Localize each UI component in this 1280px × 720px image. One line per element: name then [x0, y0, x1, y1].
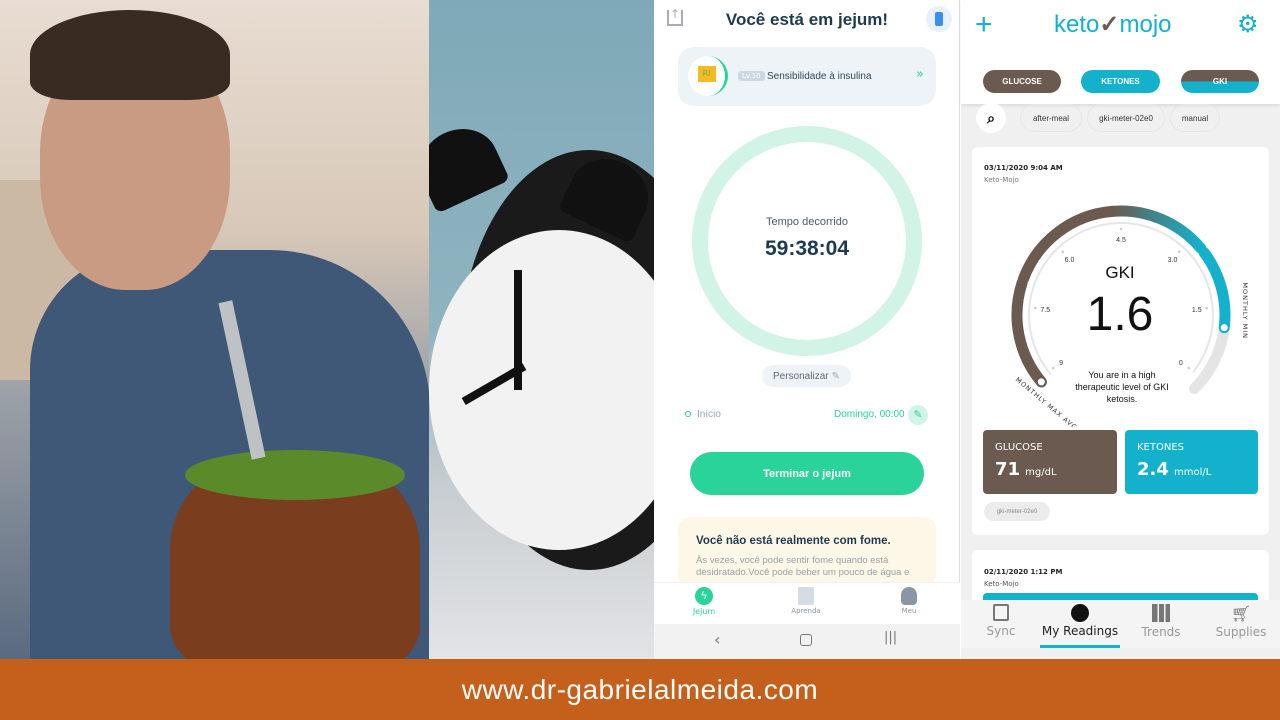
- add-icon[interactable]: +: [975, 8, 993, 42]
- filter-after-meal[interactable]: after-meal: [1020, 104, 1082, 132]
- nav-label: Jejum: [692, 607, 716, 616]
- back-icon[interactable]: ‹: [714, 630, 720, 649]
- book-icon: [798, 587, 814, 605]
- nav-trends[interactable]: Trends: [1121, 604, 1201, 639]
- glucose-value: 71: [995, 459, 1021, 480]
- stage-level: Lv.10: [738, 71, 765, 81]
- gauge-tick-label: 1.5: [1192, 307, 1202, 314]
- gauge-tick-label: 4.5: [1116, 237, 1126, 244]
- gauge-tick: [1033, 306, 1037, 310]
- nav-label: My Readings: [1041, 624, 1119, 638]
- user-icon: [901, 587, 917, 605]
- gauge-tick: [1205, 306, 1209, 310]
- photo-alarm-clock: [429, 0, 654, 659]
- gauge-title: GKI: [1105, 263, 1135, 282]
- glucose-tile: GLUCOSE 71 mg/dL: [983, 430, 1117, 494]
- sync-icon: [993, 604, 1009, 621]
- gauge-segment: [1189, 353, 1221, 395]
- nav-label: Aprenda: [791, 607, 821, 615]
- lightning-icon: ϟ: [695, 587, 713, 605]
- customize-button[interactable]: Personalizar ✎: [762, 365, 851, 387]
- gauge-segment: [1198, 246, 1231, 334]
- keto-mojo-logo: keto✓mojo: [1054, 11, 1172, 38]
- nav-label: Meu: [901, 607, 917, 615]
- gki-value: 1.6: [1086, 288, 1154, 341]
- monthly-min-label: MONTHLY MIN: [1241, 282, 1249, 339]
- keto-mojo-app-screen: + keto✓mojo ⚙ GLUCOSE KETONES GKI ⌕ afte…: [961, 0, 1280, 659]
- tab-ketones[interactable]: KETONES: [1081, 70, 1160, 93]
- tab-glucose[interactable]: GLUCOSE: [983, 70, 1061, 93]
- stage-badge-text: RI: [697, 66, 716, 82]
- glucose-label: GLUCOSE: [995, 442, 1043, 453]
- gauge-tick: [1177, 250, 1181, 254]
- gauge-tick: [1051, 366, 1055, 370]
- gauge-tick-label: 7.5: [1040, 307, 1050, 314]
- chevron-right-icon: »: [916, 67, 924, 82]
- search-button[interactable]: ⌕: [976, 103, 1006, 133]
- home-icon[interactable]: [800, 634, 812, 646]
- ketones-value: 2.4: [1137, 459, 1169, 480]
- bottom-nav: Sync My Readings Trends 🛒︎ Supplies: [961, 600, 1280, 648]
- nav-label: Sync: [986, 624, 1016, 638]
- nav-label: Supplies: [1215, 625, 1267, 639]
- nav-aprenda[interactable]: Aprenda: [776, 587, 836, 615]
- start-label: Início: [697, 409, 721, 420]
- reading-tag: gki-meter-02e0: [984, 502, 1050, 521]
- gauge-tick: [1187, 366, 1191, 370]
- nav-jejum[interactable]: ϟ Jejum: [674, 587, 734, 616]
- gauge-segment: [1011, 277, 1047, 388]
- nav-sync[interactable]: Sync: [961, 604, 1041, 638]
- start-dot-icon: [685, 411, 691, 417]
- tab-gki[interactable]: GKI: [1181, 70, 1259, 93]
- gauge-tick: [1061, 250, 1065, 254]
- bar-chart-icon: [1152, 604, 1170, 622]
- gauge-tick: [1119, 227, 1123, 231]
- fasting-app-screen: ↑ Você está em jejum! RI Lv.10 Sensibili…: [654, 0, 960, 659]
- timer-label: Tempo decorrido: [766, 216, 848, 228]
- nav-meu[interactable]: Meu: [879, 587, 939, 615]
- android-nav-bar: ‹ |||: [654, 624, 960, 659]
- customize-label: Personalizar: [773, 370, 829, 382]
- tip-body: Às vezes, você pode sentir fome quando e…: [696, 555, 910, 578]
- start-value: Domingo, 00:00: [834, 409, 905, 420]
- settings-gear-icon[interactable]: ⚙: [1237, 10, 1259, 38]
- monthly-min-marker: [1218, 322, 1230, 334]
- website-url[interactable]: www.dr-gabrielalmeida.com: [462, 674, 818, 706]
- water-bottle-icon[interactable]: [926, 6, 952, 32]
- gauge-tick-label: 0: [1179, 360, 1183, 367]
- stage-badge-icon: RI: [688, 56, 728, 96]
- reading-source: Keto-Mojo: [984, 580, 1019, 588]
- reading-datetime: 02/11/2020 1:12 PM: [984, 568, 1063, 576]
- gauge-segment: [1211, 327, 1229, 360]
- nav-label: Trends: [1141, 625, 1181, 639]
- filter-manual[interactable]: manual: [1170, 104, 1220, 132]
- cart-icon: 🛒︎: [1230, 604, 1252, 623]
- monthly-max-marker: [1035, 376, 1047, 388]
- edit-start-button[interactable]: ✎: [908, 405, 928, 425]
- tip-card: Você não está realmente com fome. Às vez…: [678, 517, 936, 587]
- timer-value: 59:38:04: [764, 237, 850, 260]
- stage-label: Sensibilidade à insulina: [767, 71, 872, 82]
- tip-title: Você não está realmente com fome.: [696, 535, 891, 547]
- recents-icon[interactable]: |||: [884, 630, 897, 645]
- ketones-label: KETONES: [1137, 442, 1185, 453]
- fasting-stage-card[interactable]: RI Lv.10 Sensibilidade à insulina »: [678, 47, 936, 106]
- ketones-unit: mmol/L: [1173, 467, 1212, 478]
- page-title: Você está em jejum!: [725, 10, 889, 29]
- pencil-icon: ✎: [831, 370, 840, 382]
- photo-man-with-mate: [0, 0, 429, 659]
- gauge-icon: [1071, 604, 1089, 622]
- glucose-unit: mg/dL: [1025, 467, 1057, 478]
- ketones-tile: KETONES 2.4 mmol/L: [1125, 430, 1258, 494]
- footer-banner: www.dr-gabrielalmeida.com: [0, 659, 1280, 720]
- bottom-nav: ϟ Jejum Aprenda Meu: [654, 582, 960, 624]
- nav-my-readings[interactable]: My Readings: [1040, 604, 1120, 648]
- gki-message: You are in a high therapeutic level of G…: [1075, 370, 1169, 404]
- filter-gki-meter[interactable]: gki-meter-02e0: [1087, 104, 1165, 132]
- nav-supplies[interactable]: 🛒︎ Supplies: [1201, 604, 1280, 639]
- end-fast-button[interactable]: Terminar o jejum: [690, 452, 924, 495]
- reading-card[interactable]: 03/11/2020 9:04 AM Keto-Mojo 9 7.5 6.0 4.5 3…: [972, 147, 1269, 535]
- gauge-tick-label: 9: [1059, 360, 1063, 367]
